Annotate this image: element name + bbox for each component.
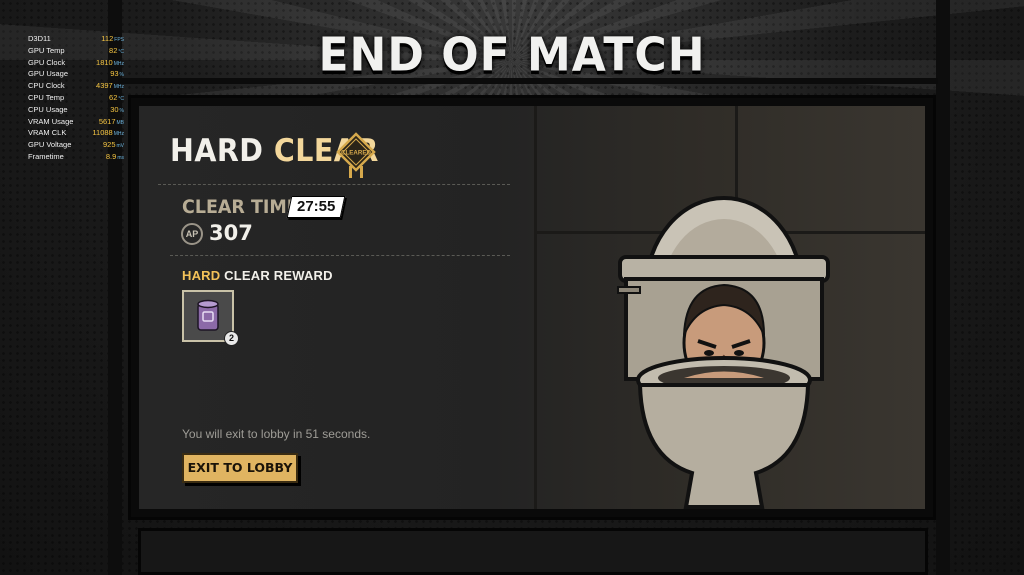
clear-time-label: CLEAR TIME — [182, 196, 299, 218]
hud-row: D3D11 112FPS — [28, 34, 124, 46]
reward-title: HARD CLEAR REWARD — [182, 268, 333, 283]
hud-value: 4397MHz — [96, 81, 124, 91]
frame-border — [118, 78, 938, 84]
hud-unit: °C — [118, 48, 124, 55]
badge-text: CLEARED — [341, 150, 371, 157]
hud-value: 5617MB — [98, 116, 125, 126]
clear-time-text: 27:55 — [296, 198, 336, 215]
ap-value: 307 — [209, 221, 253, 245]
screen-title: END OF MATCH — [318, 28, 706, 83]
hud-value: 82°C — [109, 45, 124, 55]
hud-row: GPU Clock 1810MHz — [28, 58, 124, 70]
hud-value: 62°C — [109, 92, 124, 102]
hud-row: CPU Clock 4397MHz — [28, 81, 124, 93]
exit-to-lobby-button[interactable]: EXIT TO LOBBY — [182, 453, 298, 483]
hud-unit: MHz — [113, 131, 124, 138]
hud-row: CPU Usage 30% — [28, 105, 124, 117]
hud-value: 93% — [110, 69, 124, 79]
hud-row: VRAM Usage 5617MB — [28, 117, 124, 129]
hud-row: Frametime 8.9ms — [28, 152, 124, 164]
hud-unit: FPS — [114, 37, 124, 43]
hud-value: 1810MHz — [96, 57, 124, 67]
hud-unit: MHz — [113, 84, 124, 91]
hud-unit: mV — [116, 143, 125, 150]
divider — [170, 255, 510, 257]
hud-label: GPU Usage — [28, 69, 69, 79]
exit-countdown-text: You will exit to lobby in 51 seconds. — [182, 427, 371, 441]
performance-overlay: D3D11 112FPS GPU Temp 82°C GPU Clock 1810MHz G… — [28, 34, 124, 164]
reward-title-accent: HARD — [182, 268, 221, 283]
reward-title-rest: CLEAR REWARD — [224, 268, 333, 283]
hud-unit: % — [119, 107, 124, 114]
cleared-badge-icon: CLEARED — [336, 132, 376, 178]
hud-unit: MB — [116, 119, 125, 126]
hud-unit: ms — [117, 154, 124, 161]
hud-label: VRAM CLK — [28, 128, 67, 138]
difficulty-label: HARD — [170, 133, 264, 169]
hud-value: 8.9ms — [105, 151, 124, 161]
bottom-panel — [138, 528, 928, 575]
hud-value: 30% — [110, 104, 124, 114]
hud-value: 11088MHz — [92, 128, 124, 138]
frame-right-strip — [936, 0, 950, 575]
hud-label: GPU Voltage — [28, 140, 72, 150]
hud-row: CPU Temp 62°C — [28, 93, 124, 105]
ap-icon: AP — [181, 223, 203, 245]
clear-time-value: 27:55 — [286, 196, 346, 218]
hud-row: GPU Voltage 925mV — [28, 140, 124, 152]
hud-label: CPU Usage — [28, 104, 68, 114]
hud-label: GPU Temp — [28, 45, 65, 55]
hud-unit: % — [119, 72, 124, 79]
hud-label: VRAM Usage — [28, 116, 74, 126]
hud-row: VRAM CLK 11088MHz — [28, 128, 124, 140]
hud-value: 925mV — [102, 140, 125, 150]
hud-value: 112FPS — [101, 34, 124, 43]
toilet-character-portrait — [617, 196, 830, 509]
divider — [158, 184, 510, 186]
wall-seam — [534, 106, 537, 509]
hud-label: GPU Clock — [28, 57, 66, 67]
reward-count-badge: 2 — [224, 331, 239, 346]
hud-unit: MHz — [113, 60, 124, 67]
hud-label: CPU Temp — [28, 92, 65, 102]
hud-label: D3D11 — [28, 34, 51, 43]
hud-row: GPU Temp 82°C — [28, 46, 124, 58]
hud-unit: °C — [118, 95, 124, 102]
hud-label: CPU Clock — [28, 81, 65, 91]
hud-row: GPU Usage 93% — [28, 69, 124, 81]
hud-label: Frametime — [28, 151, 64, 161]
